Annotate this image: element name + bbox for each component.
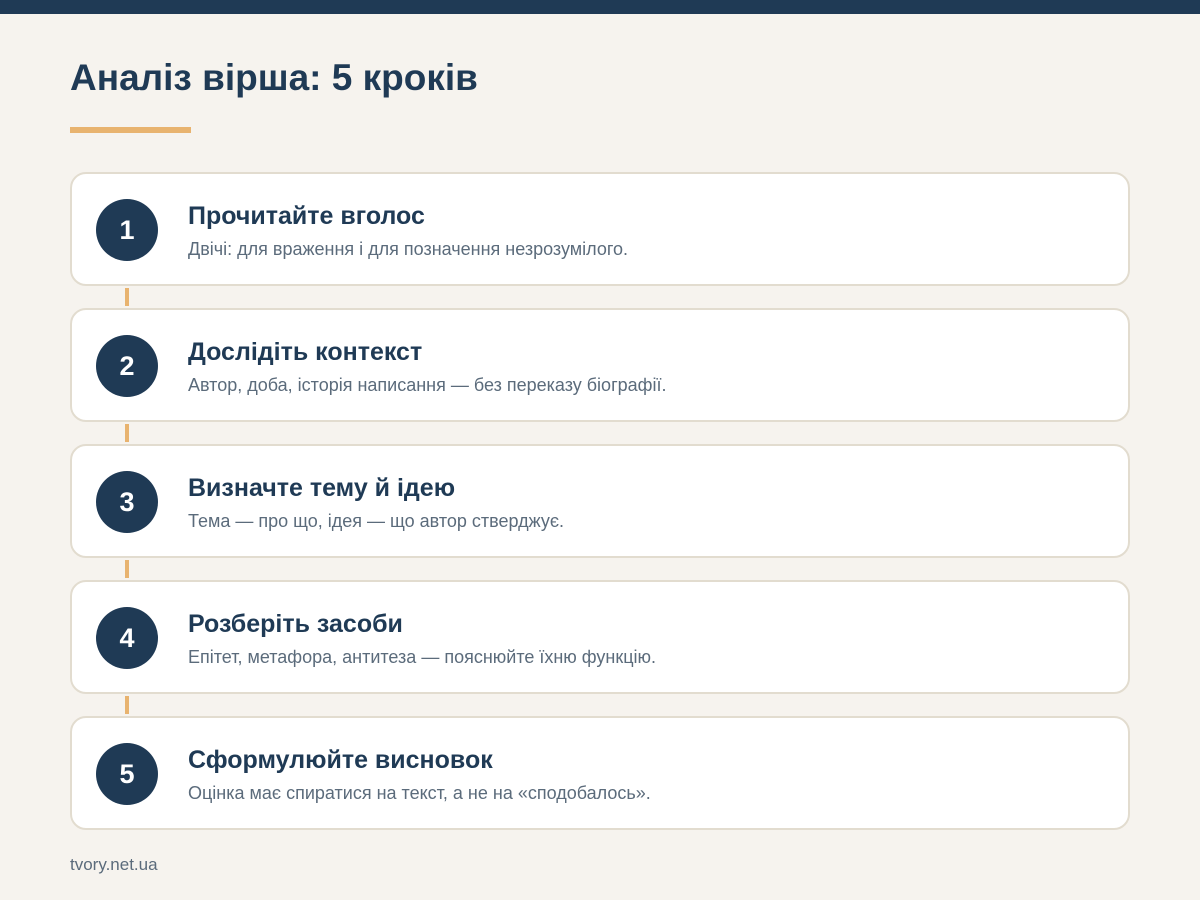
step-number-badge: 4 <box>96 607 158 669</box>
step-number-badge: 1 <box>96 199 158 261</box>
step-number-badge: 2 <box>96 335 158 397</box>
page-title: Аналіз вірша: 5 кроків <box>70 57 478 98</box>
step-card-4: 4 Розберіть засоби Епітет, метафора, ант… <box>70 580 1130 714</box>
step-description: Двічі: для враження і для позначення нез… <box>188 239 629 259</box>
footer-source: tvory.net.ua <box>70 855 158 874</box>
step-description: Тема — про що, ідея — що автор стверджує… <box>188 511 565 531</box>
step-title: Дослідіть контекст <box>188 338 423 366</box>
step-title: Прочитайте вголос <box>188 202 425 230</box>
step-description: Епітет, метафора, антитеза — пояснюйте ї… <box>188 647 657 667</box>
step-title: Розберіть засоби <box>188 610 403 638</box>
step-title: Визначте тему й ідею <box>188 474 456 502</box>
step-card-2: 2 Дослідіть контекст Автор, доба, історі… <box>70 308 1130 442</box>
step-number-badge: 3 <box>96 471 158 533</box>
step-connector <box>125 560 129 578</box>
steps-list: 1 Прочитайте вголос Двічі: для враження … <box>70 172 1130 830</box>
step-number-badge: 5 <box>96 743 158 805</box>
step-connector <box>125 424 129 442</box>
step-title: Сформулюйте висновок <box>188 746 493 774</box>
step-card-3: 3 Визначте тему й ідею Тема — про що, ід… <box>70 444 1130 578</box>
step-card-5: 5 Сформулюйте висновок Оцінка має спират… <box>70 716 1130 830</box>
step-card-1: 1 Прочитайте вголос Двічі: для враження … <box>70 172 1130 306</box>
step-connector <box>125 696 129 714</box>
step-connector <box>125 288 129 306</box>
step-description: Оцінка має спиратися на текст, а не на «… <box>188 783 651 803</box>
top-bar <box>0 0 1200 14</box>
title-accent-line <box>70 127 191 133</box>
step-description: Автор, доба, історія написання — без пер… <box>188 375 667 395</box>
